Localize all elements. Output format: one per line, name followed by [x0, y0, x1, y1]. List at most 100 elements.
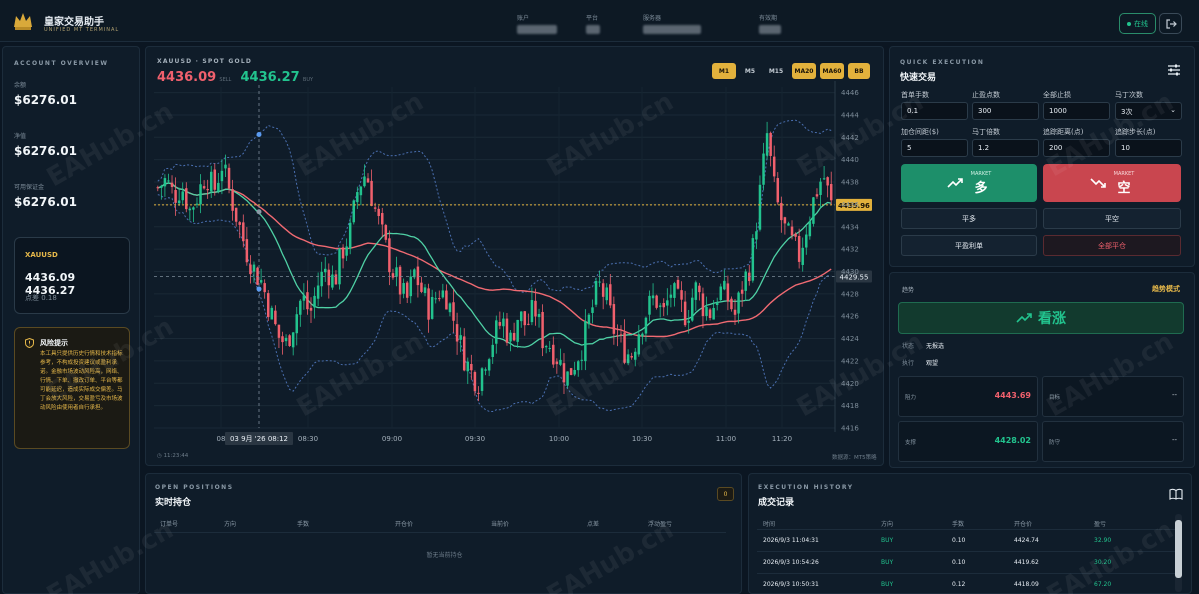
- candle-body: [199, 184, 202, 205]
- stop-loss-input[interactable]: 1000: [1043, 102, 1110, 120]
- candle-body: [277, 324, 281, 338]
- field-label: 追踪距离(点): [1043, 128, 1084, 136]
- settings-sliders-icon[interactable]: [1167, 63, 1181, 77]
- add-spacing-input[interactable]: 5: [901, 139, 968, 157]
- candle-body: [263, 283, 266, 293]
- sell-label-group: MARKET 空: [1114, 171, 1135, 196]
- candle-body: [644, 317, 648, 334]
- candle-body: [740, 289, 744, 294]
- field-label: 马丁倍数: [972, 128, 1000, 136]
- candle-body: [512, 332, 516, 341]
- martin-count-select[interactable]: 3次 ⌄: [1115, 102, 1182, 120]
- candle-body: [641, 333, 644, 337]
- candle-body: [480, 368, 484, 391]
- candle-body: [238, 222, 241, 225]
- crown-logo-icon: [14, 13, 32, 30]
- logout-button[interactable]: [1159, 13, 1182, 34]
- y-tick-label: 4424: [841, 335, 859, 343]
- martin-multiplier-input[interactable]: 1.2: [972, 139, 1039, 157]
- candle-body: [452, 302, 455, 321]
- candle-body: [772, 156, 776, 177]
- candle-body: [313, 295, 316, 308]
- candle-body: [648, 295, 651, 315]
- candle-body: [192, 207, 195, 210]
- table-row[interactable]: 2026/9/3 11:04:31 BUY 0.10 4424.74 32.90: [757, 529, 1175, 551]
- candle-body: [623, 332, 626, 363]
- candle-body: [345, 246, 348, 256]
- candle-body: [808, 221, 812, 237]
- close-short-button[interactable]: 平空: [1043, 208, 1181, 229]
- header-server-field: 服务器: [643, 13, 701, 34]
- candle-body: [591, 307, 594, 313]
- online-status-label: 在线: [1134, 19, 1148, 28]
- balance-value: $6276.01: [14, 93, 78, 107]
- candle-body: [730, 298, 733, 310]
- table-row[interactable]: 2026/9/3 10:54:26 BUY 0.10 4419.62 30.20: [757, 551, 1175, 573]
- candle-body: [427, 288, 430, 320]
- balance-label: 余额: [14, 82, 27, 89]
- table-row[interactable]: 2026/9/3 10:50:31 BUY 0.12 4418.09 67.20: [757, 573, 1175, 594]
- trailing-distance-input[interactable]: 200: [1043, 139, 1110, 157]
- take-profit-input[interactable]: 300: [972, 102, 1039, 120]
- market-sell-button[interactable]: MARKET 空: [1043, 164, 1181, 202]
- field-label: 追踪步长(点): [1115, 128, 1156, 136]
- candle-body: [185, 188, 188, 210]
- close-profit-button[interactable]: 平盈利单: [901, 235, 1037, 256]
- row-time: 2026/9/3 10:54:26: [763, 559, 819, 566]
- quote-bid: 4436.09: [25, 271, 76, 284]
- candle-body: [366, 178, 370, 183]
- close-all-button[interactable]: 全部平仓: [1043, 235, 1181, 256]
- candle-body: [491, 344, 494, 358]
- status-label: 状态: [902, 343, 915, 350]
- candle-body: [733, 309, 737, 315]
- candle-body: [405, 282, 409, 298]
- candle-body: [619, 334, 623, 336]
- row-pnl: 67.20: [1094, 581, 1112, 588]
- chart-time: 11:23:44: [163, 453, 189, 459]
- candle-body: [559, 359, 562, 365]
- price-chart[interactable]: 4435.964429.5503 9月 '26 08:12 4446444444…: [146, 47, 883, 465]
- market-buy-button[interactable]: MARKET 多: [901, 164, 1037, 202]
- candle-body: [797, 235, 801, 262]
- chart-axes: 4446 4444 4442 4440 4438 4436 4434 4432 4430 4428…: [217, 81, 859, 443]
- candle-body: [829, 183, 833, 201]
- online-status-button[interactable]: 在线: [1119, 13, 1156, 34]
- scrollbar-track[interactable]: [1175, 514, 1182, 592]
- crosshair-time-label: 03 9月 '26 08:12: [230, 435, 288, 443]
- column-header: 方向: [881, 521, 894, 528]
- buy-label: 多: [974, 180, 988, 196]
- y-tick-label: 4416: [841, 425, 859, 433]
- close-long-button[interactable]: 平多: [901, 208, 1037, 229]
- shield-warning-icon: [25, 338, 34, 348]
- candle-body: [160, 185, 163, 188]
- trend-up-icon: [1016, 313, 1032, 323]
- candle-body: [202, 186, 206, 189]
- row-side: BUY: [881, 559, 894, 566]
- buy-tag: MARKET: [970, 170, 992, 177]
- candle-body: [523, 311, 527, 326]
- candle-body: [698, 285, 701, 293]
- candle-body: [395, 267, 398, 277]
- candle-body: [484, 369, 487, 371]
- column-header: 点差: [587, 521, 600, 528]
- candle-body: [548, 348, 551, 350]
- candle-body: [409, 276, 413, 297]
- column-header: 开仓价: [395, 521, 414, 528]
- divider: [154, 532, 726, 533]
- candle-body: [487, 359, 491, 371]
- scrollbar-thumb[interactable]: [1175, 520, 1182, 578]
- column-header: 时间: [763, 521, 776, 528]
- candle-body: [324, 268, 327, 273]
- book-icon[interactable]: [1169, 488, 1183, 500]
- trailing-step-input[interactable]: 10: [1115, 139, 1182, 157]
- resistance-box: 阻力 4443.69: [898, 376, 1038, 417]
- y-tick-label: 4446: [841, 89, 859, 97]
- column-header: 手数: [952, 521, 965, 528]
- spread-value: 0.18: [41, 294, 57, 302]
- candle-body: [281, 336, 284, 343]
- candle-body: [812, 197, 815, 224]
- quote-card: XAUUSD 4436.09 4436.27 点差 0.18: [14, 237, 130, 314]
- candle-body: [274, 310, 277, 325]
- app-subtitle: UNIFIED MT TERMINAL: [44, 27, 120, 33]
- first-lot-input[interactable]: 0.1: [901, 102, 968, 120]
